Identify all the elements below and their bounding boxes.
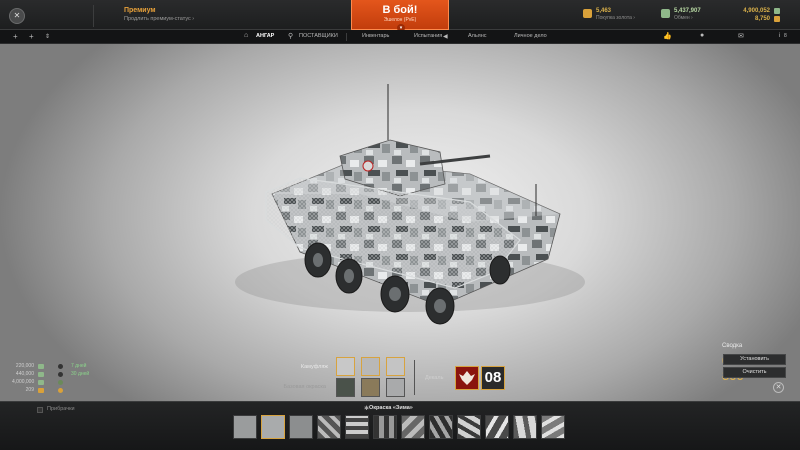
base-paint-slot-1[interactable] bbox=[336, 378, 355, 397]
exchange-link[interactable]: Обмен › bbox=[674, 15, 701, 21]
gold-purchase[interactable]: 5,463 Покупка золота › bbox=[583, 8, 635, 21]
credits-amount: 5,437,907 bbox=[674, 8, 701, 14]
premium-stats: 220,000 7 дней 440,000 30 дней 4,000,000… bbox=[12, 362, 89, 394]
main-nav: + + ⇕ ⌂ АНГАР ⚲ ПОСТАВЩИКИ Инвентарь Исп… bbox=[0, 30, 800, 44]
hangar-scene[interactable]: Сводка 0 800 Установить Очистить bbox=[0, 44, 800, 401]
premium-title: Премиум bbox=[124, 7, 156, 14]
premium-extend-link[interactable]: Продлить премиум-статус › bbox=[124, 16, 194, 22]
gold-amount: 5,463 bbox=[596, 8, 612, 14]
tab-personal-file[interactable]: Личное дело bbox=[514, 33, 547, 39]
filter-label: Прибрачки bbox=[47, 406, 75, 412]
paint-card-selected[interactable] bbox=[261, 415, 285, 439]
top-header: ✕ Премиум Продлить премиум-статус › В бо… bbox=[0, 0, 800, 32]
buy-gold-link[interactable]: Покупка золота › bbox=[596, 15, 635, 21]
filter-checkbox[interactable] bbox=[37, 407, 43, 413]
notifications-icon[interactable]: i bbox=[779, 33, 780, 39]
base-paint-slot-2[interactable] bbox=[361, 378, 380, 397]
camo-slot-3[interactable] bbox=[386, 357, 405, 376]
gold-coin-icon bbox=[583, 9, 592, 18]
stat-value: 209 bbox=[25, 387, 34, 393]
vehicle-icon[interactable] bbox=[58, 379, 63, 385]
thumbs-up-icon[interactable]: 👍 bbox=[663, 32, 672, 40]
paint-card[interactable] bbox=[233, 415, 257, 439]
header-divider bbox=[93, 5, 94, 27]
close-icon[interactable]: ✕ bbox=[773, 382, 784, 393]
battle-button[interactable]: В бой! Эшелон (PvE) ▾ bbox=[351, 0, 449, 32]
vehicle-gold-icon[interactable] bbox=[58, 387, 63, 393]
credits-icon bbox=[38, 371, 44, 377]
menu-button[interactable]: ✕ bbox=[9, 8, 25, 24]
stat-value: 220,000 bbox=[15, 363, 34, 369]
trials-icon: ◀ bbox=[443, 34, 448, 40]
gold-icon bbox=[38, 387, 44, 393]
paint-title: Окраска «Зима» bbox=[369, 405, 413, 411]
tab-hangar[interactable]: АНГАР bbox=[256, 33, 274, 39]
notification-count: 8 bbox=[784, 33, 787, 39]
decal-label: Декаль bbox=[425, 375, 444, 381]
paint-card[interactable] bbox=[317, 415, 341, 439]
paint-card[interactable] bbox=[289, 415, 313, 439]
decal-number-slot[interactable]: 08 bbox=[481, 366, 505, 390]
stat-value: 440,000 bbox=[15, 371, 34, 377]
silver-amount: 4,900,052 bbox=[743, 8, 770, 14]
suppliers-icon: ⚲ bbox=[288, 33, 294, 40]
hangar-icon: ⌂ bbox=[244, 32, 249, 39]
tab-trials[interactable]: Испытания bbox=[414, 33, 442, 39]
stat-row: 440,000 30 дней bbox=[12, 370, 89, 378]
credits-exchange[interactable]: 5,437,907 Обмен › bbox=[661, 8, 701, 21]
tab-inventory[interactable]: Инвентарь bbox=[362, 33, 389, 39]
free-xp-amount: 8,750 bbox=[754, 16, 770, 22]
nav-divider bbox=[346, 33, 347, 41]
stat-row: 4,000,000 bbox=[12, 378, 89, 386]
radio-icon[interactable] bbox=[58, 371, 63, 377]
silver-icon bbox=[774, 8, 780, 14]
battle-label: В бой! bbox=[382, 4, 418, 16]
camo-label: Камуфляж bbox=[300, 364, 328, 370]
credits-icon bbox=[38, 363, 44, 369]
paint-carousel: Прибрачки ✱ Окраска «Зима» bbox=[0, 401, 800, 450]
decal-emblem-slot[interactable] bbox=[455, 366, 479, 390]
clear-button[interactable]: Очистить bbox=[723, 367, 786, 378]
stat-row: 220,000 7 дней bbox=[12, 362, 89, 370]
radio-icon[interactable] bbox=[58, 363, 63, 369]
credits-icon bbox=[661, 9, 670, 18]
credits-icon bbox=[38, 379, 44, 385]
resources: 4,900,052 8,750 bbox=[743, 7, 770, 23]
paint-card[interactable] bbox=[541, 415, 565, 439]
paint-card[interactable] bbox=[345, 415, 369, 439]
premium-block[interactable]: Премиум Продлить премиум-статус › bbox=[124, 7, 194, 22]
paint-card[interactable] bbox=[485, 415, 509, 439]
slots-divider bbox=[414, 360, 415, 395]
paint-card[interactable] bbox=[457, 415, 481, 439]
xp-icon bbox=[774, 16, 780, 22]
summary-label: Сводка bbox=[722, 343, 743, 349]
paint-card[interactable] bbox=[513, 415, 537, 439]
sort-icon[interactable]: ⇕ bbox=[45, 33, 50, 40]
tab-suppliers[interactable]: ПОСТАВЩИКИ bbox=[299, 33, 338, 39]
stat-value: 4,000,000 bbox=[12, 379, 35, 385]
camo-slot-1[interactable] bbox=[336, 357, 355, 376]
base-paint-slot-3[interactable] bbox=[386, 378, 405, 397]
stat-duration: 30 дней bbox=[71, 371, 90, 377]
base-paint-label: Базовая окраска bbox=[283, 384, 326, 390]
stat-duration: 7 дней bbox=[71, 363, 87, 369]
eagle-emblem-icon bbox=[459, 371, 475, 385]
resource-icons bbox=[774, 8, 780, 24]
plus-icon[interactable]: + bbox=[13, 32, 18, 41]
chat-icon[interactable]: ✉ bbox=[738, 32, 744, 40]
battle-mode: Эшелон (PvE) bbox=[383, 17, 417, 23]
plus-icon-2[interactable]: + bbox=[29, 32, 34, 41]
install-button[interactable]: Установить bbox=[723, 354, 786, 365]
paint-card[interactable] bbox=[373, 415, 397, 439]
paint-card[interactable] bbox=[429, 415, 453, 439]
tab-alliance[interactable]: Альянс bbox=[468, 33, 487, 39]
profile-icon[interactable]: ● bbox=[700, 32, 704, 39]
camo-slot-2[interactable] bbox=[361, 357, 380, 376]
paint-card[interactable] bbox=[401, 415, 425, 439]
vehicle-render bbox=[235, 84, 585, 325]
stat-row: 209 bbox=[12, 386, 89, 394]
